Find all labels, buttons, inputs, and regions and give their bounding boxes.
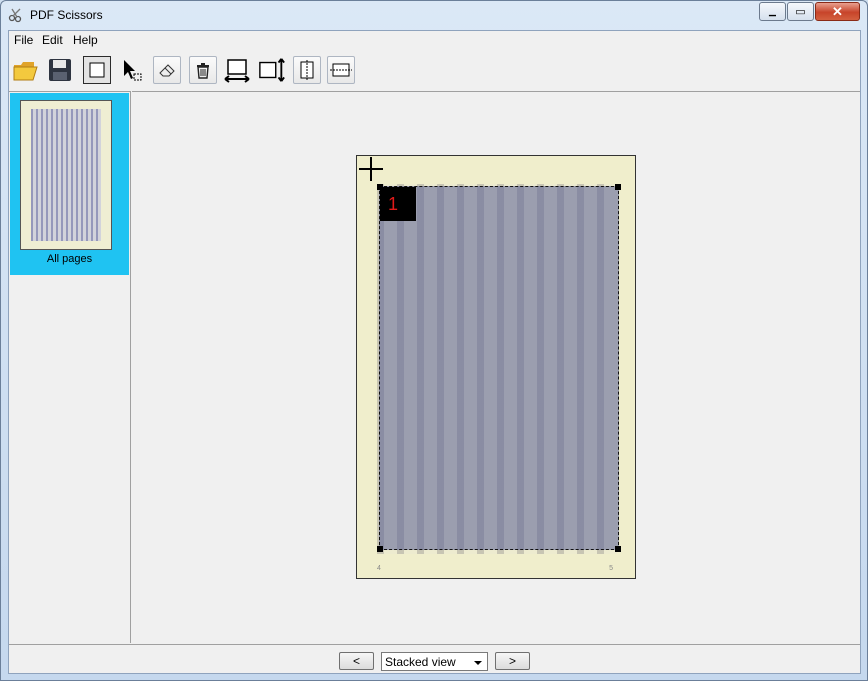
split-horizontal-button[interactable] <box>327 56 355 84</box>
selection-number: 1 <box>380 187 416 221</box>
title-bar[interactable]: PDF Scissors ▁ ▭ ✕ <box>1 1 867 29</box>
eraser-icon <box>159 64 175 77</box>
select-arrow-button[interactable] <box>118 56 146 84</box>
maximize-icon: ▭ <box>795 6 806 18</box>
view-mode-select[interactable]: Stacked view <box>381 652 488 671</box>
equal-height-button[interactable] <box>258 56 286 84</box>
select-rectangle-button[interactable] <box>83 56 111 84</box>
chevron-down-icon <box>474 661 482 665</box>
split-horizontal-icon <box>330 63 352 77</box>
split-vertical-button[interactable] <box>293 56 321 84</box>
crop-selection[interactable]: 1 <box>377 184 621 552</box>
thumbnail-image <box>20 100 112 250</box>
equal-width-button[interactable] <box>223 56 251 84</box>
open-button[interactable] <box>12 56 40 84</box>
close-button[interactable]: ✕ <box>815 2 860 21</box>
menu-bar: File Edit Help <box>9 31 860 49</box>
page-preview[interactable]: 4 5 1 <box>356 155 636 579</box>
prev-page-button[interactable]: < <box>339 652 374 670</box>
window-title: PDF Scissors <box>30 8 103 22</box>
page-number-right: 5 <box>609 565 613 572</box>
trash-icon <box>197 63 209 79</box>
bottom-nav-bar: < Stacked view > <box>9 644 860 673</box>
page-number-left: 4 <box>377 565 381 572</box>
maximize-button[interactable]: ▭ <box>787 2 814 21</box>
resize-handle-bottom-right[interactable] <box>615 546 621 552</box>
page-workspace[interactable]: 4 5 1 <box>132 91 860 643</box>
eraser-button[interactable] <box>153 56 181 84</box>
minimize-button[interactable]: ▁ <box>759 2 786 21</box>
next-page-button[interactable]: > <box>495 652 530 670</box>
resize-handle-top-left[interactable] <box>377 184 383 190</box>
resize-handle-bottom-left[interactable] <box>377 546 383 552</box>
delete-button[interactable] <box>189 56 217 84</box>
equal-height-icon <box>259 58 285 82</box>
thumbnail-all-pages[interactable]: All pages <box>10 93 129 275</box>
equal-width-icon <box>224 59 250 83</box>
crosshair-cursor-v <box>370 157 372 181</box>
select-arrow-icon <box>124 60 142 81</box>
thumbnail-sidebar: All pages <box>9 91 131 643</box>
select-rectangle-icon <box>89 62 105 78</box>
view-mode-value: Stacked view <box>385 655 456 669</box>
menu-file[interactable]: File <box>14 33 33 47</box>
thumbnail-text-columns <box>31 109 101 241</box>
close-icon: ✕ <box>832 3 843 19</box>
menu-edit[interactable]: Edit <box>42 33 63 47</box>
save-disk-icon <box>49 59 71 81</box>
app-window: PDF Scissors ▁ ▭ ✕ File Edit Help All pa… <box>0 0 868 681</box>
split-vertical-icon <box>300 60 314 80</box>
save-button[interactable] <box>46 56 74 84</box>
thumbnail-label: All pages <box>46 253 93 265</box>
scissors-icon <box>8 7 24 23</box>
client-area: File Edit Help All pages 4 5 1 < Stacked… <box>8 30 861 674</box>
toolbar <box>9 52 860 90</box>
open-folder-icon <box>13 62 38 81</box>
menu-help[interactable]: Help <box>73 33 98 47</box>
minimize-icon: ▁ <box>769 6 776 16</box>
resize-handle-top-right[interactable] <box>615 184 621 190</box>
